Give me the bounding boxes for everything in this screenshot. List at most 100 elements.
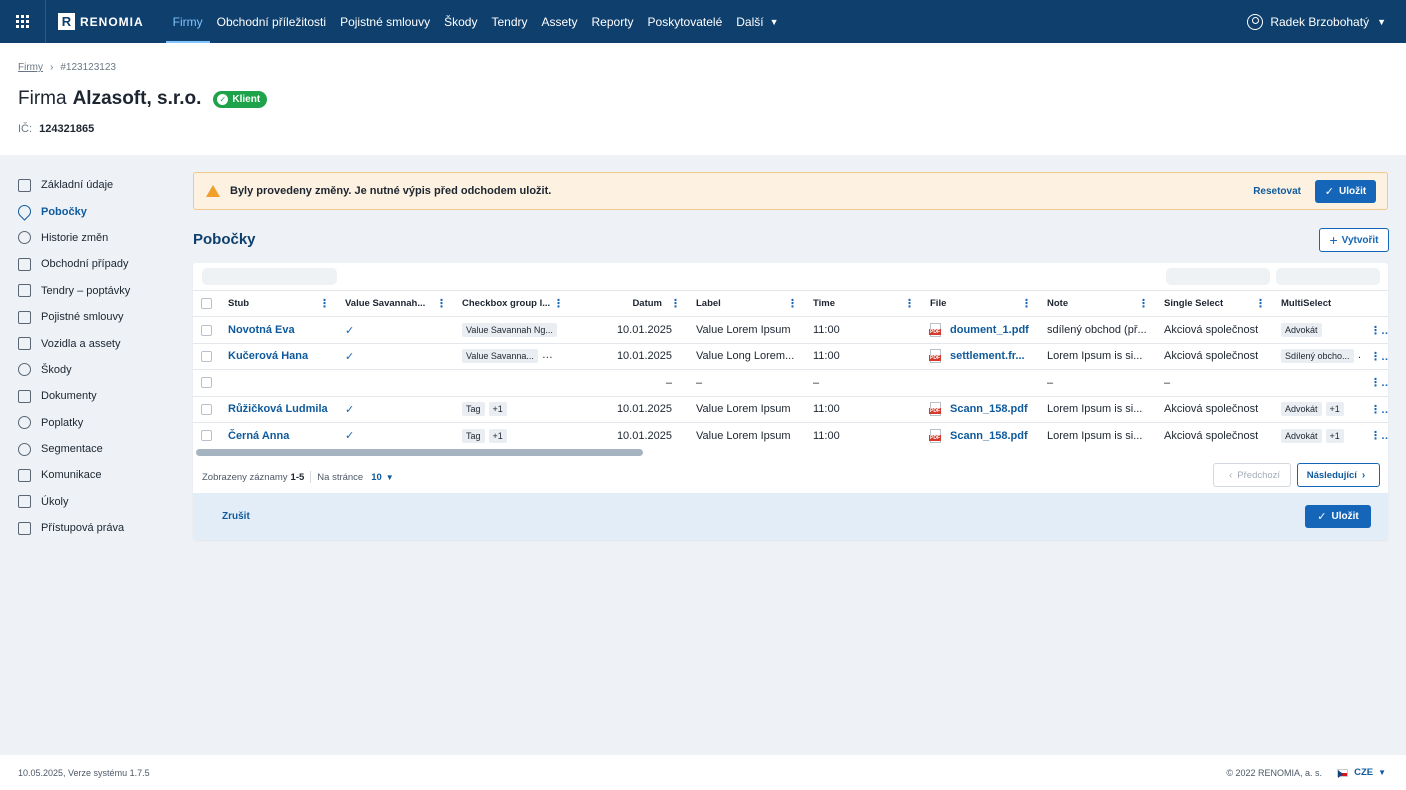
nav-item-obchodni-prilezitosti[interactable]: Obchodní příležitosti	[210, 0, 333, 43]
row-checkbox[interactable]	[201, 377, 212, 389]
row-menu-button[interactable]: ⋮	[1362, 421, 1388, 449]
kebab-icon[interactable]: ⋮	[670, 298, 681, 310]
row-checkbox[interactable]	[201, 430, 212, 442]
stub-link[interactable]: Černá Anna	[228, 430, 289, 442]
app-grid-button[interactable]	[0, 0, 46, 43]
table-row[interactable]: – – – – – ⋮	[193, 369, 1388, 397]
logo-mark: R	[58, 13, 75, 30]
column-header-file[interactable]: File ⋮	[922, 289, 1039, 317]
cell-single-select: –	[1156, 369, 1273, 397]
chevron-down-icon[interactable]: ▼	[386, 473, 394, 482]
row-menu-button[interactable]: ⋮	[1362, 342, 1388, 370]
file-link[interactable]: doument_1.pdf	[950, 324, 1029, 336]
nav-item-tendry[interactable]: Tendry	[484, 0, 534, 43]
copyright: © 2022 RENOMIA, a. s.	[1226, 768, 1322, 778]
row-menu-button[interactable]: ⋮	[1362, 395, 1388, 423]
cell-datum: 10.01.2025	[571, 421, 688, 449]
language-switcher[interactable]: CZE ▼	[1337, 767, 1386, 778]
sidebar-item-pojistne-smlouvy[interactable]: Pojistné smlouvy	[18, 304, 178, 330]
nav-item-skody[interactable]: Škody	[437, 0, 484, 43]
kebab-icon[interactable]: ⋮	[1138, 298, 1149, 310]
stub-link[interactable]: Růžičková Ludmila	[228, 403, 328, 415]
row-menu-button[interactable]: ⋮	[1362, 316, 1388, 344]
column-header-label: Time	[813, 298, 836, 310]
tag-more-count: +1	[488, 402, 507, 417]
kebab-icon[interactable]: ⋮	[787, 298, 798, 310]
breadcrumb-root-link[interactable]: Firmy	[18, 62, 43, 73]
cell-single-select: Akciová společnost	[1156, 342, 1273, 370]
kebab-icon[interactable]: ⋮	[1021, 298, 1032, 310]
column-header-label[interactable]: Label ⋮	[688, 289, 805, 317]
column-header-time[interactable]: Time ⋮	[805, 289, 922, 317]
logo[interactable]: R RENOMIA	[58, 13, 144, 30]
file-link[interactable]: Scann_158.pdf	[950, 430, 1028, 442]
cell-value: ✓	[337, 316, 454, 344]
column-header-note[interactable]: Note ⋮	[1039, 289, 1156, 317]
table-row[interactable]: Novotná Eva ✓ Value Savannah Ng... 10.01…	[193, 316, 1388, 344]
stub-link[interactable]: Kučerová Hana	[228, 350, 308, 362]
sidebar-item-pobocky[interactable]: Pobočky	[15, 198, 178, 224]
sidebar-item-ukoly[interactable]: Úkoly	[18, 489, 178, 515]
sidebar-item-historie-zmen[interactable]: Historie změn	[18, 225, 178, 251]
select-all-checkbox[interactable]	[201, 298, 212, 310]
banner-save-button[interactable]: ✓ Uložit	[1315, 180, 1376, 203]
kebab-icon[interactable]: ⋮	[904, 298, 915, 310]
column-header-multiselect[interactable]: MultiSelect	[1273, 289, 1362, 317]
sidebar-item-segmentace[interactable]: Segmentace	[18, 436, 178, 462]
column-header-single-select[interactable]: Single Select ⋮	[1156, 289, 1273, 317]
kebab-icon[interactable]: ⋮	[1255, 298, 1266, 310]
column-header-label: File	[930, 298, 947, 310]
nav-item-poskytovatele[interactable]: Poskytovatelé	[641, 0, 730, 43]
nav-item-pojistne-smlouvy[interactable]: Pojistné smlouvy	[333, 0, 437, 43]
user-menu[interactable]: Radek Brzobohatý ▼	[1247, 0, 1386, 43]
sidebar-item-zakladni-udaje[interactable]: Základní údaje	[18, 172, 178, 198]
tag-more-count: +1	[1325, 428, 1344, 443]
nav-item-firmy[interactable]: Firmy	[165, 0, 210, 43]
cell-label: Value Lorem Ipsum	[688, 421, 805, 449]
file-link[interactable]: settlement.fr...	[950, 350, 1025, 362]
table-row[interactable]: Kučerová Hana ✓ Value Savanna...+1 10.01…	[193, 342, 1388, 370]
kebab-icon[interactable]: ⋮	[553, 298, 564, 310]
horizontal-scrollbar[interactable]	[196, 449, 643, 456]
sidebar-item-pristupova-prava[interactable]: Přístupová práva	[18, 515, 178, 541]
nav-item-dalsi[interactable]: Další ▼	[729, 0, 785, 43]
nav-item-assety[interactable]: Assety	[535, 0, 585, 43]
create-button[interactable]: + Vytvořit	[1319, 228, 1389, 252]
sidebar-item-vozidla-a-assety[interactable]: Vozidla a assety	[18, 330, 178, 356]
stub-link[interactable]: Novotná Eva	[228, 324, 295, 336]
table-row[interactable]: Černá Anna ✓ Tag +1 10.01.2025 Value Lore…	[193, 421, 1388, 449]
cell-label: Value Lorem Ipsum	[688, 395, 805, 423]
sidebar-item-poplatky[interactable]: Poplatky	[18, 410, 178, 436]
save-button[interactable]: ✓ Uložit	[1305, 505, 1371, 528]
page-footer: 10.05.2025, Verze systému 1.7.5 © 2022 R…	[0, 755, 1406, 790]
cell-label: Value Long Lorem...	[688, 342, 805, 370]
nav-item-reporty[interactable]: Reporty	[585, 0, 641, 43]
sidebar-item-dokumenty[interactable]: Dokumenty	[18, 383, 178, 409]
cancel-button[interactable]: Zrušit	[222, 511, 250, 522]
kebab-icon[interactable]: ⋮	[436, 298, 447, 310]
table-row[interactable]: Růžičková Ludmila ✓ Tag +1 10.01.2025 Val…	[193, 395, 1388, 423]
sidebar-item-label: Poplatky	[41, 416, 84, 429]
column-header-stub[interactable]: Stub ⋮	[220, 289, 337, 317]
row-menu-button[interactable]: ⋮	[1362, 369, 1388, 397]
user-lock-icon	[18, 521, 31, 535]
reset-button[interactable]: Resetovat	[1253, 186, 1301, 197]
column-header-checkbox-group[interactable]: Checkbox group l... ⋮	[454, 289, 571, 317]
row-checkbox[interactable]	[201, 403, 212, 415]
column-header-value[interactable]: Value Savannah... ⋮	[337, 289, 454, 317]
next-page-button[interactable]: Následující ›	[1297, 463, 1380, 487]
cell-datum: 10.01.2025	[571, 395, 688, 423]
column-header-datum[interactable]: Datum ⋮	[571, 289, 688, 317]
sidebar-item-tendry-poptavky[interactable]: Tendry – poptávky	[18, 278, 178, 304]
kebab-icon[interactable]: ⋮	[319, 298, 330, 310]
per-page-select[interactable]: 10	[371, 472, 382, 483]
row-checkbox[interactable]	[201, 324, 212, 336]
sidebar-item-skody[interactable]: Škody	[18, 357, 178, 383]
cell-stub: Růžičková Ludmila	[220, 395, 337, 423]
file-link[interactable]: Scann_158.pdf	[950, 403, 1028, 415]
plus-icon: +	[1329, 232, 1338, 248]
sidebar-item-komunikace[interactable]: Komunikace	[18, 462, 178, 488]
previous-page-button[interactable]: ‹ Předchozí	[1213, 463, 1291, 487]
row-checkbox[interactable]	[201, 351, 212, 363]
sidebar-item-obchodni-pripady[interactable]: Obchodní případy	[18, 251, 178, 277]
